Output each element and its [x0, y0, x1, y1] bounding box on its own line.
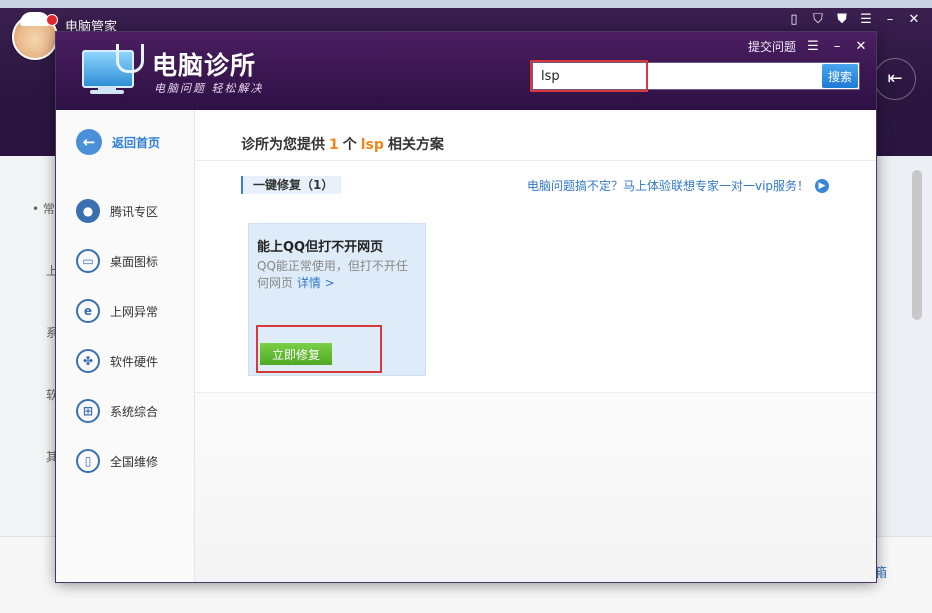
result-suffix: 相关方案 — [387, 137, 444, 153]
fix-now-button[interactable]: 立即修复 — [260, 343, 332, 365]
phone-icon[interactable]: ▯ — [786, 12, 802, 28]
solution-title: 能上QQ但打不开网页 — [257, 240, 384, 255]
sidebar-item-repair[interactable]: ▯ 全国维修 — [76, 436, 158, 486]
back-arrow-icon: ← — [76, 129, 102, 155]
category-nav: ● 腾讯专区 ▭ 桌面图标 e 上网异常 ✤ 软件硬件 ⊞ 系统综合 ▯ 全国维… — [76, 186, 158, 486]
clinic-logo-icon — [82, 44, 144, 98]
clinic-brand-title: 电脑诊所 — [152, 51, 257, 80]
app-logo-icon — [12, 12, 58, 60]
desktop-icon: ▭ — [76, 249, 100, 273]
search-box: 搜索 — [530, 60, 860, 92]
background-taskbar-strip — [0, 0, 932, 8]
sidebar-item-tencent[interactable]: ● 腾讯专区 — [76, 186, 158, 236]
dialog-window-controls: 提交问题 ☰ – ✕ — [748, 38, 868, 55]
background-window-controls: ▯ ⛉ ⛊ ☰ – ✕ — [786, 12, 922, 28]
close-icon[interactable]: ✕ — [906, 12, 922, 28]
back-home-label: 返回首页 — [112, 135, 161, 150]
sidebar-item-network[interactable]: e 上网异常 — [76, 286, 158, 336]
minimize-icon[interactable]: – — [830, 39, 844, 54]
windows-icon: ⊞ — [76, 399, 100, 423]
result-keyword: lsp — [360, 137, 384, 153]
exit-icon[interactable]: ⇤ — [874, 58, 916, 100]
back-home-button[interactable]: ← 返回首页 — [76, 129, 160, 155]
result-unit: 个 — [342, 137, 357, 153]
minimize-icon[interactable]: – — [882, 12, 898, 28]
sidebar-item-label: 全国维修 — [110, 454, 159, 469]
clinic-content: 诊所为您提供 1 个 lsp 相关方案 一键修复（1） 电脑问题搞不定？马上体验联想专家… — [195, 110, 876, 582]
empty-area — [195, 393, 876, 582]
sidebar-item-desktop-icons[interactable]: ▭ 桌面图标 — [76, 236, 158, 286]
hardware-icon: ✤ — [76, 349, 100, 373]
vip-service-link[interactable]: 电脑问题搞不定？马上体验联想专家一对一vip服务！ — [527, 177, 809, 194]
repair-icon: ▯ — [76, 449, 100, 473]
background-scrollbar[interactable] — [912, 170, 922, 320]
computer-clinic-dialog: 电脑诊所 电脑问题 轻松解决 提交问题 ☰ – ✕ 搜索 ← 返回首页 ● 腾讯… — [56, 32, 876, 582]
search-input[interactable] — [533, 63, 813, 89]
bg-nav-fragment: • 常 — [32, 202, 55, 216]
clinic-sidebar: ← 返回首页 ● 腾讯专区 ▭ 桌面图标 e 上网异常 ✤ 软件硬件 ⊞ 系统综… — [56, 110, 195, 582]
sidebar-item-label: 桌面图标 — [110, 254, 159, 269]
sidebar-item-software-hardware[interactable]: ✤ 软件硬件 — [76, 336, 158, 386]
close-icon[interactable]: ✕ — [854, 39, 868, 54]
submit-issue-link[interactable]: 提交问题 — [748, 38, 796, 55]
menu-icon[interactable]: ☰ — [806, 39, 820, 54]
bg-nav-fragment: 系 — [46, 326, 59, 340]
background-left-nav: • 常 上 系 软 其 — [32, 178, 58, 488]
menu-icon[interactable]: ☰ — [858, 12, 874, 28]
shield-icon[interactable]: ⛉ — [810, 12, 826, 28]
sidebar-item-label: 软件硬件 — [110, 354, 159, 369]
clinic-slogan: 电脑问题 轻松解决 — [154, 82, 264, 95]
sidebar-item-label: 系统综合 — [110, 404, 159, 419]
dialog-header: 电脑诊所 电脑问题 轻松解决 提交问题 ☰ – ✕ 搜索 — [56, 32, 876, 110]
chevron-right-icon[interactable]: ▶ — [815, 179, 829, 193]
penguin-icon: ● — [76, 199, 100, 223]
bg-nav-fragment: 软 — [46, 388, 59, 402]
result-summary: 诊所为您提供 1 个 lsp 相关方案 — [241, 134, 444, 154]
search-button[interactable]: 搜索 — [822, 64, 858, 88]
ie-icon: e — [76, 299, 100, 323]
solution-card: 能上QQ但打不开网页 QQ能正常使用，但打不开任何网页 详情 > 立即修复 — [248, 223, 426, 376]
section-one-click-fix: 一键修复（1） — [241, 176, 342, 194]
sidebar-item-system[interactable]: ⊞ 系统综合 — [76, 386, 158, 436]
shirt-icon[interactable]: ⛊ — [834, 12, 850, 28]
solution-detail-link[interactable]: 详情 > — [297, 276, 335, 290]
sidebar-item-label: 上网异常 — [110, 304, 159, 319]
result-prefix: 诊所为您提供 — [241, 137, 325, 153]
bg-nav-fragment: 其 — [46, 450, 59, 464]
sidebar-item-label: 腾讯专区 — [110, 204, 159, 219]
result-count: 1 — [329, 137, 339, 153]
bg-nav-fragment: 上 — [46, 264, 59, 278]
solution-description: QQ能正常使用，但打不开任何网页 详情 > — [257, 258, 417, 292]
divider — [195, 160, 876, 161]
background-right-panel — [876, 156, 932, 536]
